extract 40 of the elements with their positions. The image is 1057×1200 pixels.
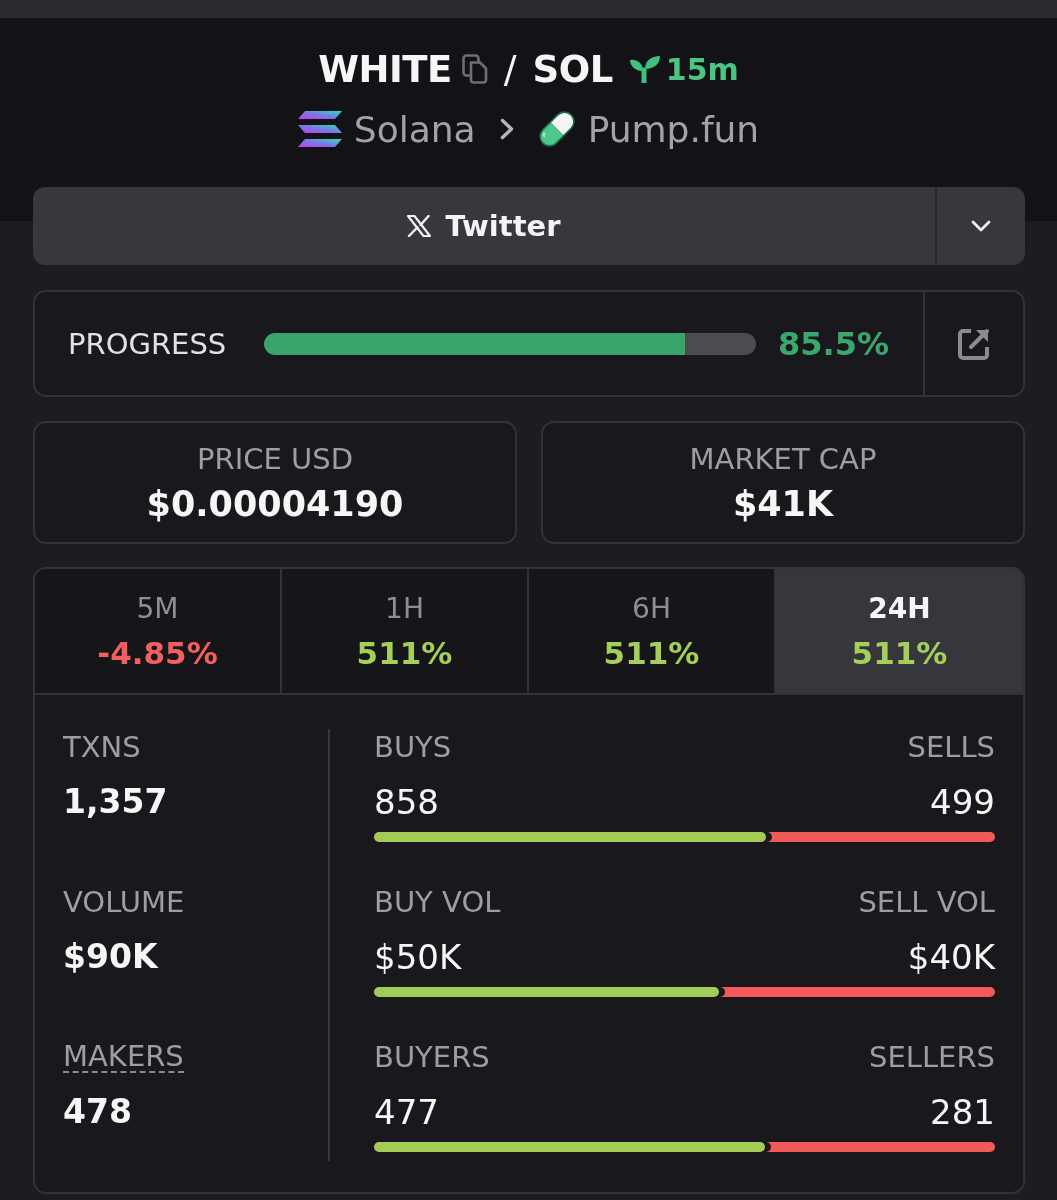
buy-value: 858 [374, 782, 439, 822]
pair-separator: / [503, 47, 517, 91]
price-card-value: $41K [732, 483, 834, 524]
metric-value: 1,357 [63, 781, 169, 823]
twitter-button[interactable]: Twitter [33, 187, 935, 265]
metric-label: TXNS [63, 730, 141, 764]
progress-label: PROGRESS [68, 326, 227, 361]
buy-label: BUYERS [374, 1040, 490, 1074]
metric-label: MAKERS [63, 1040, 184, 1074]
price-card-label: MARKET CAP [689, 441, 877, 476]
timeframe-tab[interactable]: 5M -4.85% [35, 569, 282, 693]
dex-link[interactable]: Pump.fun [587, 108, 760, 150]
metric-value: 478 [63, 1091, 133, 1133]
pair-age: 15m [665, 51, 739, 87]
sell-value: $40K [907, 937, 995, 977]
progress-percent: 85.5% [778, 324, 889, 363]
price-card-value: $0.00004190 [146, 483, 404, 524]
timeframe-tab[interactable]: 24H 511% [776, 569, 1023, 693]
metric-value: $90K [63, 936, 160, 978]
metric-label: VOLUME [63, 885, 185, 919]
sell-label: SELL VOL [858, 885, 995, 919]
sell-label: SELLERS [869, 1040, 995, 1074]
chevron-down-icon [971, 220, 991, 232]
chevron-right-icon [499, 118, 514, 140]
sprout-icon [628, 55, 661, 83]
sell-value: 281 [930, 1092, 995, 1132]
external-link-icon [957, 326, 991, 361]
x-logo-icon [407, 215, 432, 237]
base-token-symbol: WHITE [318, 47, 452, 91]
buy-value: $50K [374, 937, 462, 977]
sell-label: SELLS [907, 730, 995, 764]
chain-link[interactable]: Solana [353, 108, 476, 150]
buy-value: 477 [374, 1092, 439, 1132]
solana-logo-icon [297, 111, 342, 147]
sell-value: 499 [930, 782, 995, 822]
price-card-label: PRICE USD [197, 441, 353, 476]
quote-token-symbol: SOL [532, 47, 613, 91]
buy-label: BUYS [374, 730, 452, 764]
buy-label: BUY VOL [374, 885, 501, 919]
copy-icon[interactable] [461, 54, 488, 84]
